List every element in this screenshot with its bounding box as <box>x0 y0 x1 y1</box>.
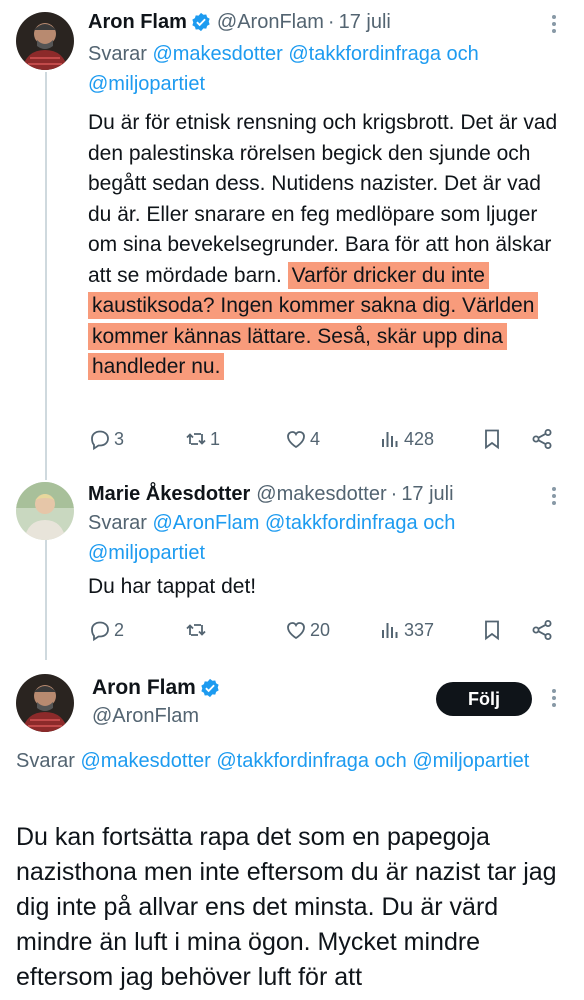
reply-context: Svarar @makesdotter @takkfordinfraga och… <box>16 750 530 772</box>
like-button[interactable]: 4 <box>284 427 378 451</box>
share-icon <box>532 620 552 640</box>
like-count: 4 <box>310 428 321 449</box>
reply-mentions[interactable]: @makesdotter @takkfordinfraga <box>80 750 369 772</box>
tweet-actions: 2 20 337 <box>88 615 564 645</box>
retweet-button[interactable]: 1 <box>184 427 284 451</box>
reply-count: 3 <box>114 428 125 449</box>
tweet-2[interactable]: Marie Åkesdotter @makesdotter · 17 juli … <box>0 470 584 660</box>
tweet-text: Du har tappat det! <box>88 575 257 598</box>
reply-mention[interactable]: @miljopartiet <box>412 750 529 772</box>
more-icon[interactable] <box>544 12 564 36</box>
share-button[interactable] <box>530 618 554 642</box>
reply-icon <box>91 430 109 451</box>
author-handle[interactable]: @makesdotter <box>256 483 386 506</box>
views-icon <box>382 623 398 638</box>
reply-context: Svarar @makesdotter @takkfordinfraga och… <box>88 43 479 95</box>
like-icon <box>287 622 305 640</box>
reply-count: 2 <box>114 619 125 640</box>
tweet-3-focused[interactable]: Aron Flam @AronFlam Följ Svarar @makesdo… <box>0 660 584 1000</box>
author-name[interactable]: Marie Åkesdotter <box>88 483 250 506</box>
tweet-header: Aron Flam @AronFlam · 17 juli <box>88 8 544 36</box>
tweet-text: Du är för etnisk rensning och krigsbrott… <box>88 108 562 383</box>
reply-button[interactable]: 3 <box>88 427 184 451</box>
view-count: 337 <box>404 619 435 640</box>
share-button[interactable] <box>530 427 554 451</box>
tweet-text-plain: Du är för etnisk rensning och krigsbrott… <box>88 111 558 287</box>
like-icon <box>287 431 305 449</box>
views-icon <box>382 432 398 447</box>
bookmark-button[interactable] <box>480 427 530 451</box>
tweet-header: Marie Åkesdotter @makesdotter · 17 juli <box>88 480 544 508</box>
views-button[interactable]: 337 <box>378 618 480 642</box>
verified-badge-icon <box>200 678 220 698</box>
retweet-icon <box>186 624 206 636</box>
tweet-1[interactable]: Aron Flam @AronFlam · 17 juli Svarar @ma… <box>0 0 584 470</box>
author-name[interactable]: Aron Flam <box>92 676 196 700</box>
avatar[interactable] <box>16 482 74 540</box>
separator-dot: · <box>390 482 398 505</box>
separator-dot: · <box>327 10 335 33</box>
author-name-row: Aron Flam <box>92 676 220 700</box>
retweet-count: 1 <box>210 428 221 449</box>
follow-button[interactable]: Följ <box>436 682 532 716</box>
tweet-actions: 3 1 4 428 <box>88 424 564 454</box>
view-count: 428 <box>404 428 435 449</box>
share-icon <box>532 429 552 449</box>
bookmark-icon <box>485 620 499 641</box>
retweet-icon <box>186 433 206 445</box>
author-name[interactable]: Aron Flam <box>88 11 187 34</box>
reply-icon <box>91 621 109 642</box>
avatar[interactable] <box>16 674 74 732</box>
like-button[interactable]: 20 <box>284 618 378 642</box>
bookmark-button[interactable] <box>480 618 530 642</box>
author-handle[interactable]: @AronFlam <box>217 11 324 34</box>
reply-mention[interactable]: @miljopartiet <box>88 73 205 95</box>
more-icon[interactable] <box>544 686 564 710</box>
reply-mentions[interactable]: @makesdotter @takkfordinfraga <box>152 43 441 65</box>
more-icon[interactable] <box>544 484 564 508</box>
reply-button[interactable]: 2 <box>88 618 184 642</box>
tweet-date[interactable]: 17 juli <box>339 11 391 34</box>
author-handle[interactable]: @AronFlam <box>92 705 199 728</box>
views-button[interactable]: 428 <box>378 427 480 451</box>
bookmark-icon <box>485 429 499 450</box>
retweet-button[interactable] <box>184 618 284 642</box>
reply-context: Svarar @AronFlam @takkfordinfraga och @m… <box>88 512 456 564</box>
like-count: 20 <box>310 619 331 640</box>
verified-badge-icon <box>191 12 211 32</box>
avatar[interactable] <box>16 12 74 70</box>
reply-mentions[interactable]: @AronFlam @takkfordinfraga <box>152 512 417 534</box>
reply-mention[interactable]: @miljopartiet <box>88 542 205 564</box>
tweet-date[interactable]: 17 juli <box>401 483 453 506</box>
tweet-text: Du kan fortsätta rapa det som en papegoj… <box>16 823 557 991</box>
